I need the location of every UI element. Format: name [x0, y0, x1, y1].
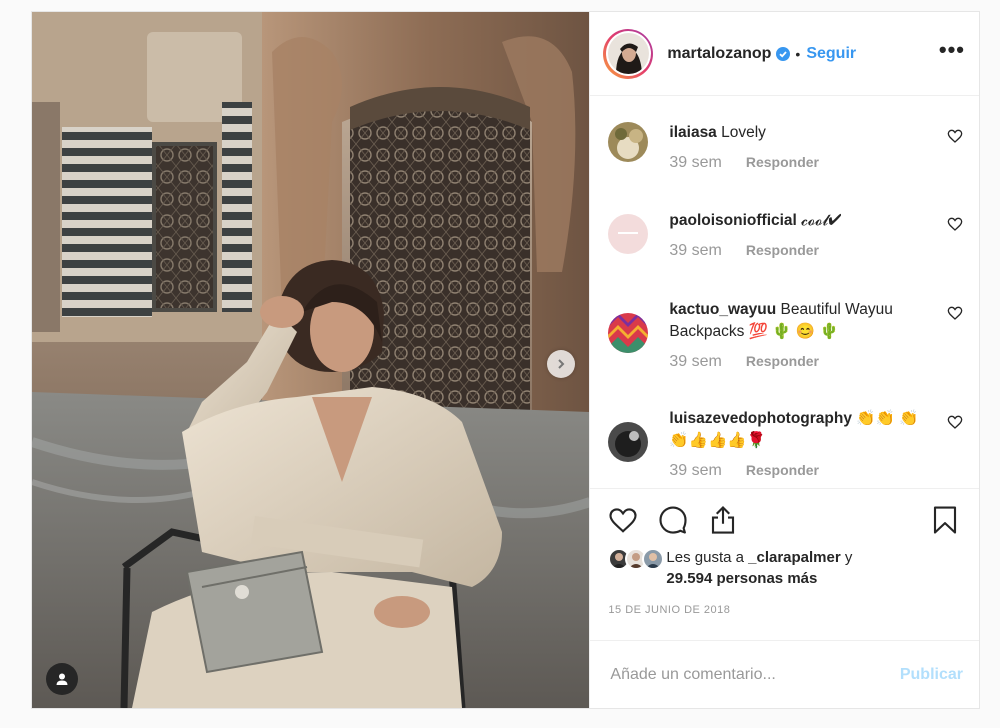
publish-button[interactable]: Publicar — [900, 666, 963, 684]
likes-conjunction: y — [844, 549, 853, 566]
post-actions: Les gusta a _clarapalmer y 29.594 person… — [590, 488, 979, 587]
instagram-post: martalozanop • Seguir ••• ilaiasa Lovely… — [31, 11, 980, 709]
save-button[interactable] — [931, 505, 959, 535]
comment-username[interactable]: kactuo_wayuu — [669, 301, 776, 318]
comment-username[interactable]: paoloisoniofficial — [669, 212, 796, 229]
heart-icon[interactable] — [947, 414, 963, 430]
comment-avatar[interactable] — [608, 422, 649, 462]
reply-button[interactable]: Responder — [746, 242, 819, 258]
comment-time[interactable]: 39 sem — [669, 154, 721, 172]
comment-text: Lovely — [721, 124, 766, 141]
next-image-button[interactable] — [547, 350, 575, 378]
follow-button[interactable]: Seguir — [806, 45, 856, 63]
comment-avatar[interactable] — [608, 313, 649, 353]
heart-icon[interactable] — [947, 128, 963, 144]
comment-time[interactable]: 39 sem — [669, 353, 721, 371]
reply-button[interactable]: Responder — [746, 353, 819, 369]
liker-avatar — [642, 548, 665, 570]
likes-summary: Les gusta a _clarapalmer y 29.594 person… — [608, 547, 963, 589]
post-side-panel: martalozanop • Seguir ••• ilaiasa Lovely… — [589, 12, 979, 708]
comment-button[interactable] — [658, 505, 688, 535]
verified-badge-icon — [776, 46, 791, 61]
share-button[interactable] — [708, 505, 738, 535]
author-username[interactable]: martalozanop — [667, 45, 771, 63]
comment-time[interactable]: 39 sem — [669, 462, 721, 480]
comment-bubble-icon — [659, 506, 687, 534]
comment-item: luisazevedophotography 👏👏 👏👏👍👍👍🌹 39 sem … — [608, 408, 963, 488]
share-upload-icon — [712, 505, 735, 534]
user-tag-icon — [56, 673, 68, 685]
comment-username[interactable]: luisazevedophotography — [669, 410, 852, 427]
liker-username[interactable]: _clarapalmer — [748, 549, 841, 566]
author-avatar[interactable] — [603, 28, 654, 79]
like-button[interactable] — [608, 505, 638, 535]
comment-item: paoloisoniofficial 𝓬𝓸𝓸𝓵✔ 39 sem Responde… — [608, 210, 963, 274]
add-comment-bar: Publicar — [590, 640, 979, 708]
user-tag-button[interactable] — [46, 663, 78, 695]
post-image — [32, 12, 590, 708]
likes-others-link[interactable]: 29.594 personas más — [666, 570, 817, 587]
post-date[interactable]: 15 DE JUNIO DE 2018 — [590, 604, 979, 616]
comment-time[interactable]: 39 sem — [669, 242, 721, 260]
post-header: martalozanop • Seguir ••• — [590, 12, 979, 96]
comment-avatar[interactable] — [608, 122, 649, 162]
heart-icon[interactable] — [947, 305, 963, 321]
header-separator: • — [795, 45, 801, 62]
bookmark-icon — [933, 506, 957, 534]
reply-button[interactable]: Responder — [746, 154, 819, 170]
likes-prefix: Les gusta a — [666, 549, 744, 566]
comment-text: 𝓬𝓸𝓸𝓵✔ — [801, 212, 842, 229]
heart-icon[interactable] — [947, 216, 963, 232]
comment-item: kactuo_wayuu Beautiful Wayuu Backpacks 💯… — [608, 299, 963, 385]
post-photo[interactable] — [32, 12, 590, 708]
chevron-right-icon — [558, 359, 565, 369]
heart-icon — [609, 508, 637, 533]
reply-button[interactable]: Responder — [746, 462, 819, 478]
comment-avatar[interactable] — [608, 214, 649, 254]
more-options-button[interactable]: ••• — [939, 38, 965, 69]
comment-username[interactable]: ilaiasa — [669, 124, 716, 141]
comment-item: ilaiasa Lovely 39 sem Responder — [608, 122, 963, 186]
comments-list: ilaiasa Lovely 39 sem Responder paoloiso… — [590, 96, 979, 488]
comment-input[interactable] — [610, 665, 900, 684]
liker-avatars[interactable] — [608, 548, 666, 570]
